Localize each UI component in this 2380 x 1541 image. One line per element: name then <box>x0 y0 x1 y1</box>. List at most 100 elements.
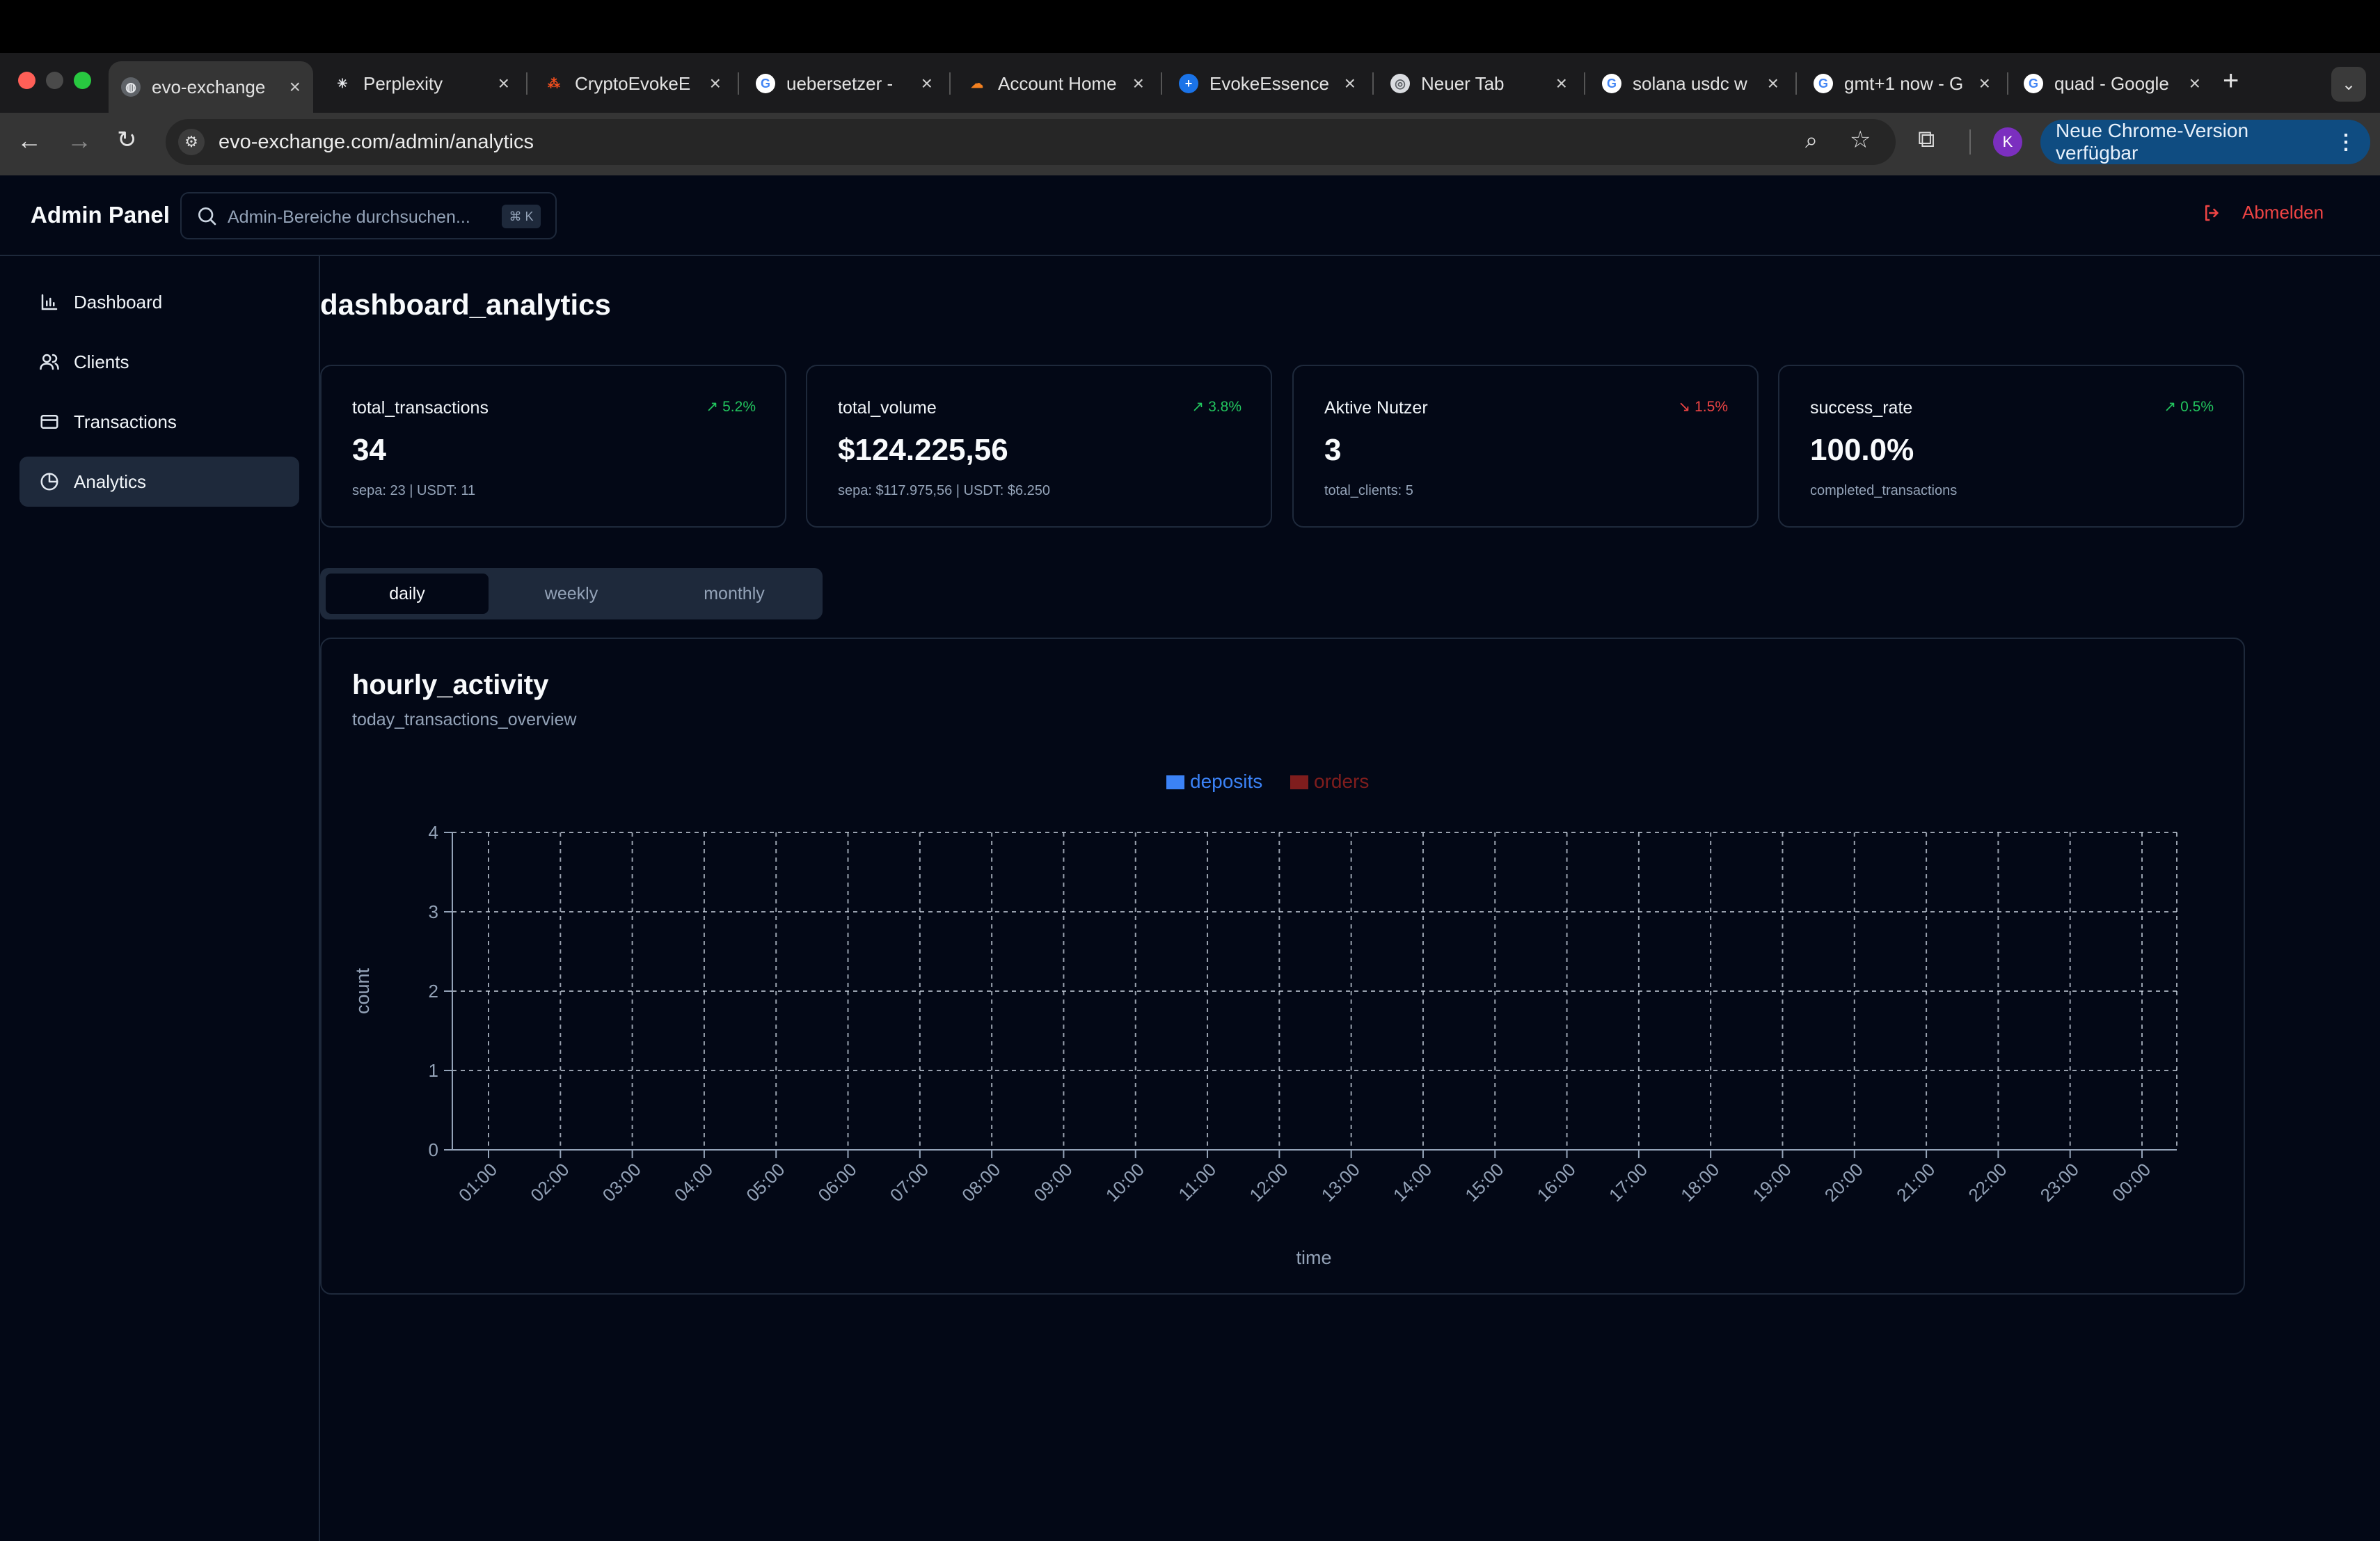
sidebar-item-analytics[interactable]: Analytics <box>19 457 299 507</box>
y-tick-label: 0 <box>429 1139 438 1160</box>
browser-tab[interactable]: ✳ Perplexity × <box>320 62 522 105</box>
close-tab-icon[interactable]: × <box>921 72 933 95</box>
tab-monthly[interactable]: monthly <box>653 574 816 614</box>
tab-search-button[interactable]: ⌄ <box>2331 67 2366 102</box>
chrome-update-button[interactable]: Neue Chrome-Version verfügbar ⋮ <box>2040 120 2370 164</box>
close-tab-icon[interactable]: × <box>1556 72 1567 95</box>
close-tab-icon[interactable]: × <box>498 72 509 95</box>
x-tick-label: 20:00 <box>1820 1159 1867 1206</box>
browser-tab-title: EvokeEssence <box>1209 72 1329 94</box>
trending-up-icon: ↗ <box>2164 399 2177 415</box>
address-url[interactable]: evo-exchange.com/admin/analytics <box>219 131 534 154</box>
close-window-button[interactable] <box>18 72 35 89</box>
x-tick-label: 03:00 <box>598 1159 645 1206</box>
browser-tab[interactable]: Ggmt+1 now - G × <box>1801 62 2003 105</box>
stat-label: total_transactions <box>352 398 489 418</box>
browser-tab[interactable]: Guebersetzer - × <box>743 62 945 105</box>
sidebar-item-clients[interactable]: Clients <box>19 337 299 387</box>
users-icon <box>40 354 59 370</box>
admin-search-input[interactable]: Admin-Bereiche durchsuchen... ⌘ K <box>180 192 557 239</box>
tab-divider <box>1584 72 1585 95</box>
browser-tab[interactable]: Gsolana usdc w × <box>1589 62 1791 105</box>
tab-divider <box>738 72 739 95</box>
toolbar-divider <box>1969 129 1971 155</box>
x-tick-label: 15:00 <box>1461 1159 1507 1206</box>
bar-chart-icon <box>41 294 58 310</box>
search-placeholder: Admin-Bereiche durchsuchen... <box>228 207 470 227</box>
search-shortcut-badge: ⌘ K <box>502 205 541 228</box>
x-tick-label: 06:00 <box>814 1159 861 1206</box>
site-info-icon[interactable]: ⚙ <box>178 129 205 155</box>
close-tab-icon[interactable]: × <box>289 76 301 98</box>
sidebar-item-transactions[interactable]: Transactions <box>19 397 299 447</box>
sidebar-item-dashboard[interactable]: Dashboard <box>19 277 299 327</box>
forward-arrow-icon[interactable]: → <box>67 126 92 155</box>
x-tick-label: 18:00 <box>1676 1159 1723 1206</box>
browser-tab[interactable]: + EvokeEssence × <box>1166 62 1368 105</box>
browser-tab[interactable]: ◍ evo-exchange × <box>109 61 313 113</box>
page-title: dashboard_analytics <box>320 288 611 321</box>
close-tab-icon[interactable]: × <box>1768 72 1779 95</box>
address-bar[interactable]: ⚙ evo-exchange.com/admin/analytics ⌕ ☆ <box>166 119 1896 165</box>
stat-card-success-rate: success_rate ↗ 0.5% 100.0% completed_tran… <box>1778 365 2244 528</box>
legend-swatch-orders <box>1290 775 1308 789</box>
maximize-window-button[interactable] <box>74 72 91 89</box>
sidebar-item-label: Transactions <box>74 411 177 432</box>
chrome-update-label: Neue Chrome-Version verfügbar <box>2056 120 2249 164</box>
x-tick-label: 04:00 <box>670 1159 717 1206</box>
bookmark-star-icon[interactable]: ☆ <box>1850 126 1871 154</box>
browser-tab[interactable]: ◎ Neuer Tab × <box>1378 62 1580 105</box>
browser-tab[interactable]: Gquad - Google × <box>2011 62 2213 105</box>
logout-button[interactable]: Abmelden <box>2202 202 2324 223</box>
browser-tab-title: quad - Google <box>2054 72 2169 94</box>
y-tick-label: 2 <box>429 981 438 1002</box>
x-tick-label: 09:00 <box>1029 1159 1076 1206</box>
figma-icon: ⁂ <box>548 76 560 90</box>
close-tab-icon[interactable]: × <box>1133 72 1144 95</box>
stat-label: total_volume <box>838 398 937 418</box>
logout-label: Abmelden <box>2242 202 2324 223</box>
browser-tab-title: Perplexity <box>363 72 443 94</box>
tab-weekly[interactable]: weekly <box>490 574 653 614</box>
browser-tab-title: Neuer Tab <box>1421 72 1505 94</box>
trend-value: 3.8% <box>1208 398 1241 415</box>
browser-tab[interactable]: ⁂ CryptoEvokeE × <box>532 62 733 105</box>
browser-tab-title: uebersetzer - <box>786 72 894 94</box>
globe-icon: ◍ <box>121 77 141 97</box>
close-tab-icon[interactable]: × <box>1344 72 1356 95</box>
x-tick-label: 22:00 <box>1964 1159 2010 1206</box>
profile-avatar[interactable]: K <box>1993 127 2022 157</box>
tab-divider <box>949 72 951 95</box>
trending-down-icon: ↘ <box>1678 399 1691 415</box>
sidebar-item-label: Analytics <box>74 471 147 492</box>
close-tab-icon[interactable]: × <box>1979 72 1990 95</box>
browser-tab-title: CryptoEvokeE <box>575 72 691 94</box>
back-arrow-icon[interactable]: ← <box>17 126 42 155</box>
reload-icon[interactable]: ↻ <box>117 126 137 154</box>
stat-subtext: total_clients: 5 <box>1324 483 1413 498</box>
tab-divider <box>2007 72 2008 95</box>
tab-divider <box>1372 72 1374 95</box>
tab-daily[interactable]: daily <box>326 574 489 614</box>
legend-swatch-deposits <box>1166 775 1184 789</box>
sidebar-item-label: Clients <box>74 351 129 372</box>
x-tick-label: 08:00 <box>958 1159 1004 1206</box>
extensions-icon[interactable]: ⧉ <box>1918 126 1935 153</box>
trend-value: 1.5% <box>1695 398 1728 415</box>
x-tick-label: 14:00 <box>1389 1159 1436 1206</box>
zoom-icon[interactable]: ⌕ <box>1805 127 1818 154</box>
x-tick-label: 11:00 <box>1174 1159 1220 1205</box>
x-tick-label: 12:00 <box>1245 1159 1292 1206</box>
x-axis-title: time <box>1296 1247 1331 1268</box>
kebab-menu-icon[interactable]: ⋮ <box>2335 130 2356 155</box>
close-tab-icon[interactable]: × <box>2189 72 2200 95</box>
browser-tab-title: gmt+1 now - G <box>1844 72 1964 94</box>
cloudflare-icon: ☁ <box>971 76 983 90</box>
browser-tab[interactable]: ☁ Account Home × <box>955 62 1157 105</box>
new-tab-button[interactable]: + <box>2223 65 2239 97</box>
x-tick-label: 19:00 <box>1748 1159 1795 1206</box>
minimize-window-button[interactable] <box>46 72 63 89</box>
trend-badge: ↗ 3.8% <box>1192 398 1241 416</box>
close-tab-icon[interactable]: × <box>710 72 721 95</box>
x-tick-label: 00:00 <box>2108 1159 2155 1206</box>
